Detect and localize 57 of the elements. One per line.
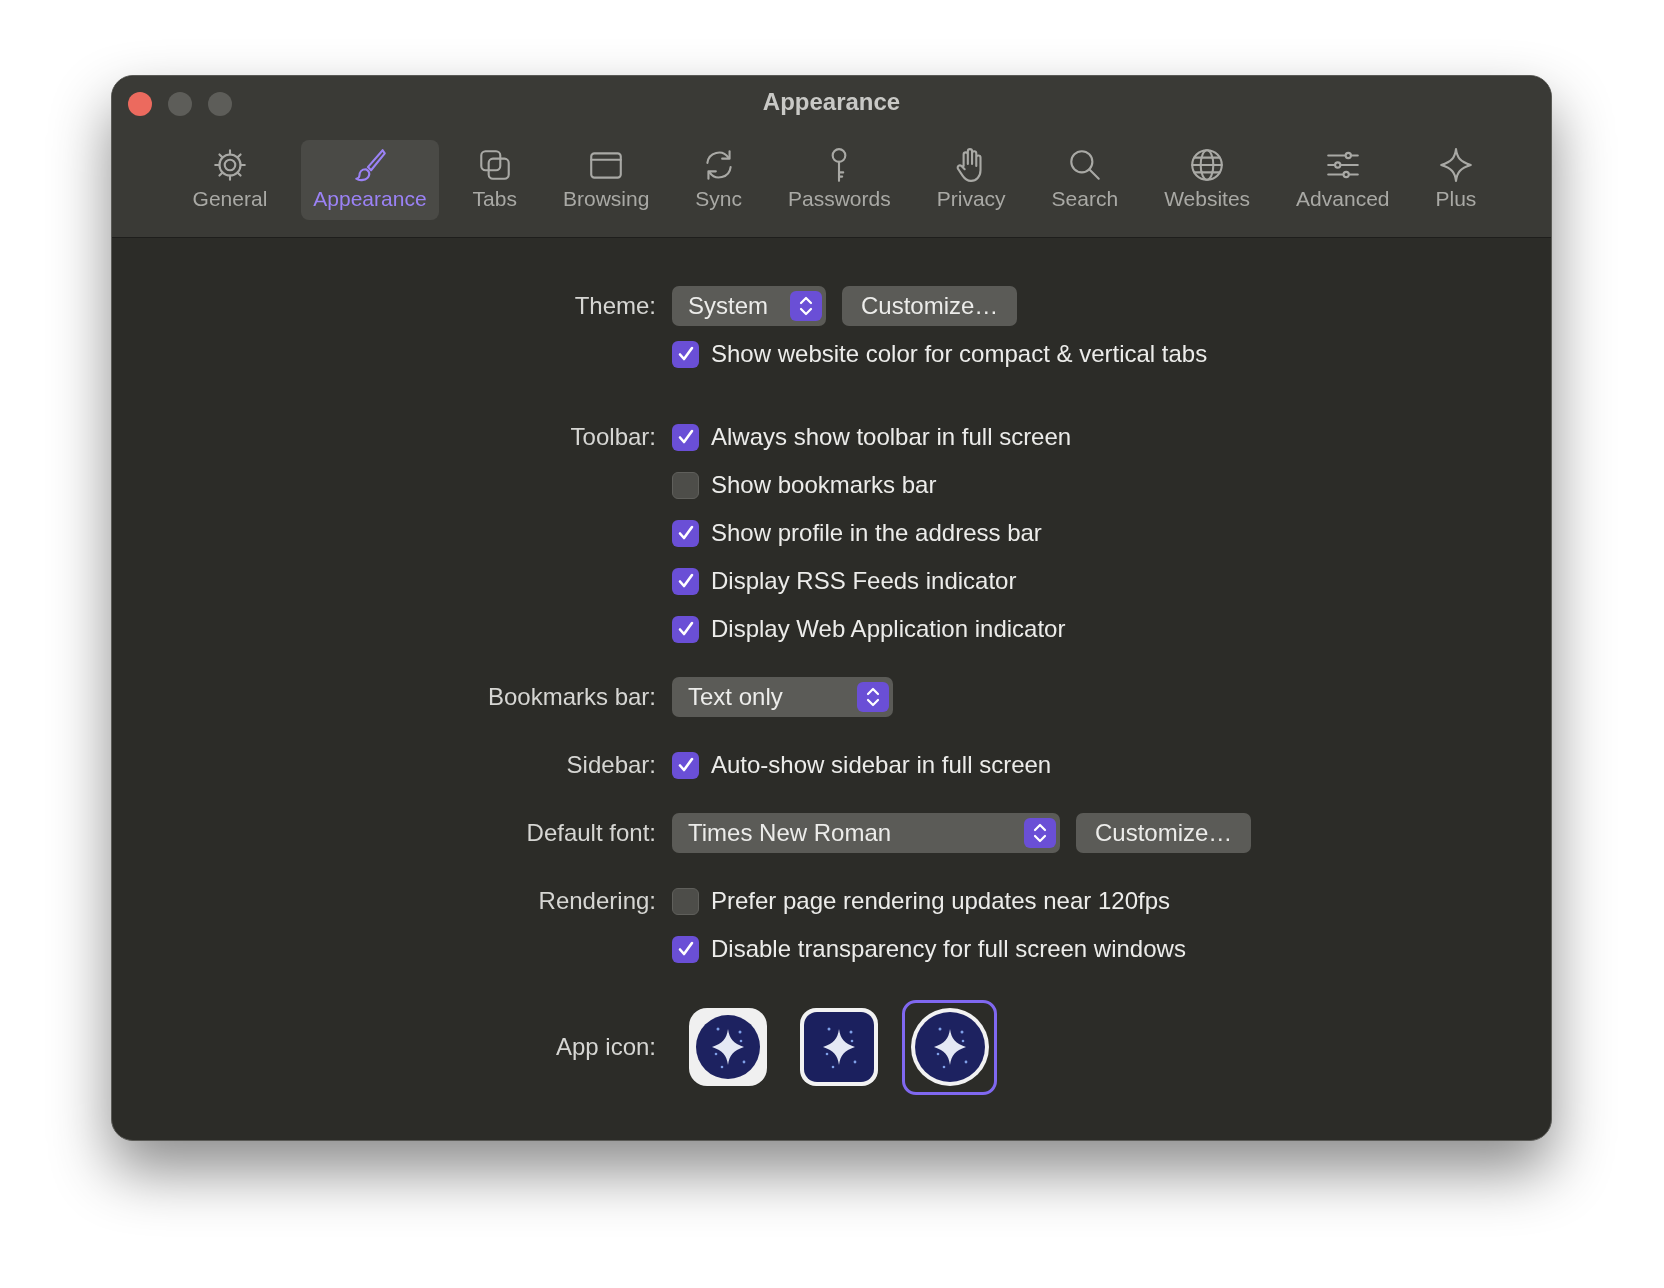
field-label: Toolbar: [570,422,656,452]
preferences-tab[interactable]: Websites [1152,140,1263,220]
checkbox-label: Show profile in the address bar [711,518,1042,548]
checkbox-label: Show bookmarks bar [711,470,937,500]
sparkle-app-icon [798,1007,879,1087]
sparkle-app-icon [909,1007,990,1087]
customize-button[interactable]: Customize… [1076,813,1252,853]
checkbox-label: Show website color for compact & vertical tabs [711,339,1208,369]
checkmark-icon [676,572,695,590]
close-button[interactable] [128,92,152,116]
popup-button[interactable]: Text only [672,677,893,717]
checkbox[interactable] [672,340,699,368]
window-title: Appearance [762,87,901,117]
preferences-tab[interactable]: Tabs [460,140,529,220]
checkbox-label: Display Web Application indicator [711,614,1066,644]
checkmark-icon [676,620,695,638]
checkmark-icon [676,428,695,446]
checkbox[interactable] [672,423,699,451]
checkmark-icon [676,345,695,363]
app-icon-option[interactable] [902,999,997,1095]
preferences-tab[interactable]: Search [1039,140,1131,220]
sparkle-app-icon [687,1007,768,1087]
checkbox-label: Prefer page rendering updates near 120fps [711,886,1170,916]
checkbox-label: Always show toolbar in full screen [711,422,1072,452]
checkmark-icon [676,756,695,774]
field-label: Default font: [526,818,656,848]
field-label: Bookmarks bar: [487,682,656,712]
field-label: Theme: [574,291,656,321]
stepper-icon [790,291,822,321]
preferences-tab[interactable]: Sync [683,140,754,220]
popup-button[interactable]: Times New Roman [672,813,1060,853]
preferences-tab[interactable]: Advanced [1284,140,1402,220]
checkbox[interactable] [672,887,699,915]
preferences-tab[interactable]: Browsing [550,140,662,220]
checkmark-icon [676,524,695,542]
checkbox[interactable] [672,751,699,779]
checkbox-label: Auto-show sidebar in full screen [711,750,1052,780]
preferences-tab[interactable]: General [180,140,280,220]
field-label: App icon: [555,1032,656,1062]
stepper-icon [1024,818,1056,848]
preferences-tab[interactable]: Plus [1423,140,1489,220]
preferences-tab[interactable]: Appearance [301,140,439,220]
checkbox[interactable] [672,567,699,595]
checkbox[interactable] [672,471,699,499]
field-label: Rendering: [538,886,656,916]
checkbox-label: Disable transparency for full screen windows [711,934,1186,964]
customize-button[interactable]: Customize… [842,286,1018,326]
field-label: Sidebar: [566,750,656,780]
preferences-tab[interactable]: Passwords [776,140,903,220]
checkbox[interactable] [672,519,699,547]
checkbox[interactable] [672,935,699,963]
popup-button[interactable]: System [672,286,826,326]
stepper-icon [857,682,889,712]
checkbox-label: Display RSS Feeds indicator [711,566,1017,596]
checkmark-icon [676,940,695,958]
preferences-tab[interactable]: Privacy [924,140,1018,220]
checkbox[interactable] [672,615,699,643]
